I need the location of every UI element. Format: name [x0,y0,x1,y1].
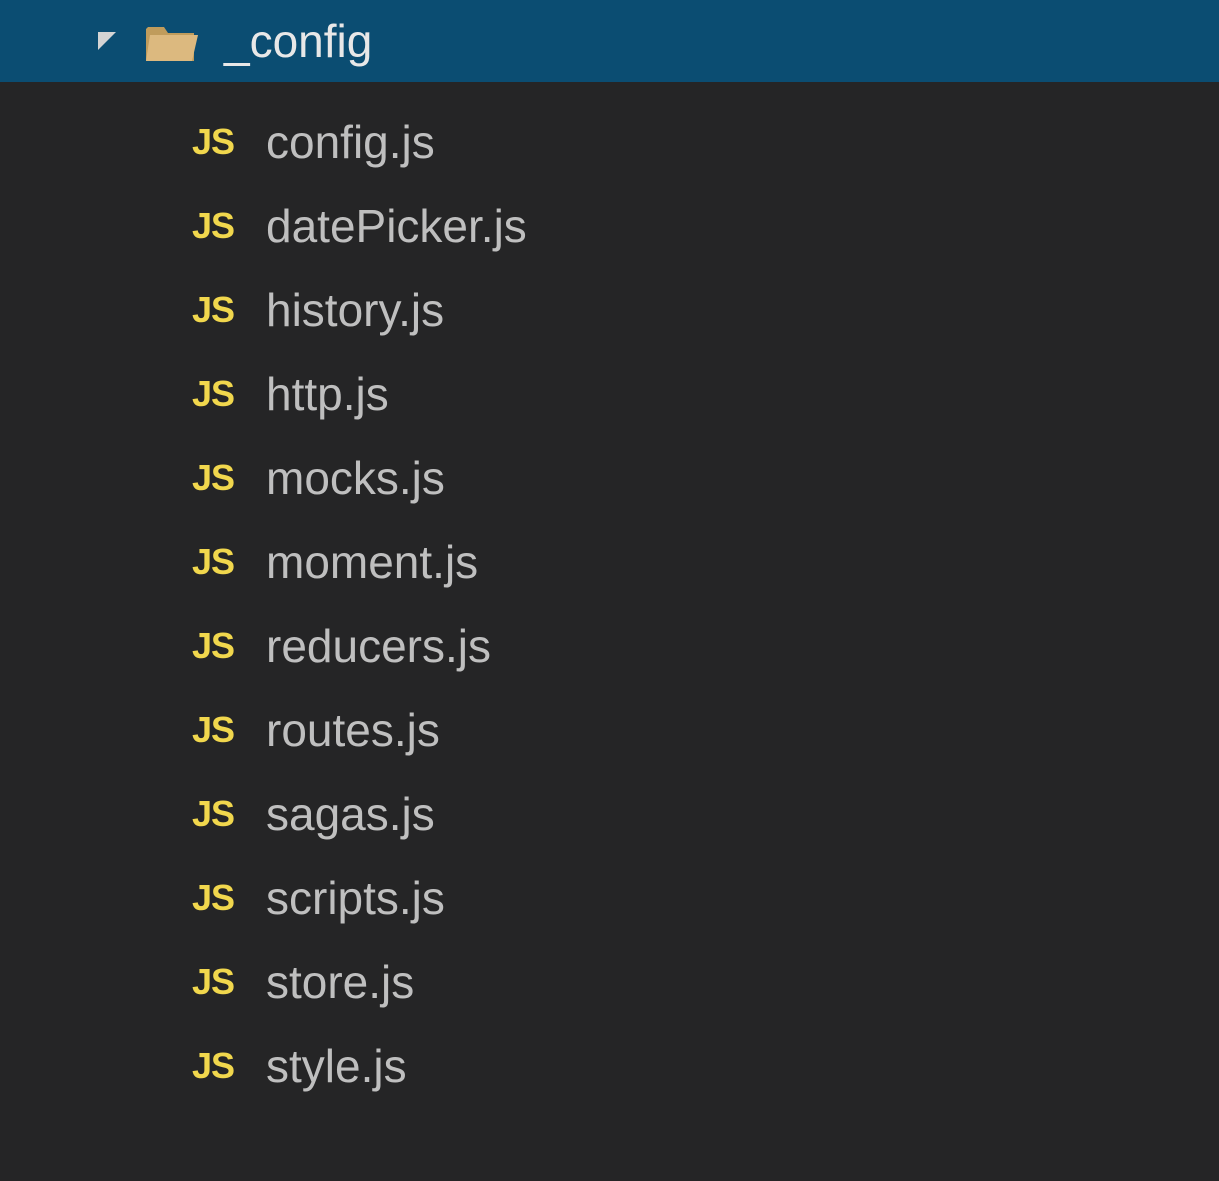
file-name: moment.js [266,535,478,589]
js-file-icon: JS [188,961,238,1003]
js-file-icon: JS [188,877,238,919]
file-name: sagas.js [266,787,435,841]
js-file-icon: JS [188,121,238,163]
file-name: routes.js [266,703,440,757]
file-item[interactable]: JS mocks.js [0,436,1219,520]
file-name: config.js [266,115,435,169]
js-file-icon: JS [188,625,238,667]
js-file-icon: JS [188,373,238,415]
file-name: history.js [266,283,444,337]
file-list: JS config.js JS datePicker.js JS history… [0,82,1219,1108]
file-item[interactable]: JS moment.js [0,520,1219,604]
js-file-icon: JS [188,289,238,331]
file-name: store.js [266,955,414,1009]
file-item[interactable]: JS store.js [0,940,1219,1024]
file-item[interactable]: JS routes.js [0,688,1219,772]
file-item[interactable]: JS http.js [0,352,1219,436]
chevron-down-icon [98,32,116,50]
file-item[interactable]: JS style.js [0,1024,1219,1108]
file-item[interactable]: JS datePicker.js [0,184,1219,268]
js-file-icon: JS [188,709,238,751]
js-file-icon: JS [188,457,238,499]
js-file-icon: JS [188,205,238,247]
js-file-icon: JS [188,1045,238,1087]
file-name: reducers.js [266,619,491,673]
folder-open-icon [144,21,200,61]
folder-row[interactable]: _config [0,0,1219,82]
file-item[interactable]: JS config.js [0,100,1219,184]
file-name: scripts.js [266,871,445,925]
file-name: http.js [266,367,389,421]
file-item[interactable]: JS sagas.js [0,772,1219,856]
js-file-icon: JS [188,541,238,583]
folder-name: _config [224,14,372,68]
file-name: style.js [266,1039,407,1093]
file-item[interactable]: JS reducers.js [0,604,1219,688]
file-item[interactable]: JS history.js [0,268,1219,352]
file-item[interactable]: JS scripts.js [0,856,1219,940]
file-name: datePicker.js [266,199,527,253]
js-file-icon: JS [188,793,238,835]
file-name: mocks.js [266,451,445,505]
